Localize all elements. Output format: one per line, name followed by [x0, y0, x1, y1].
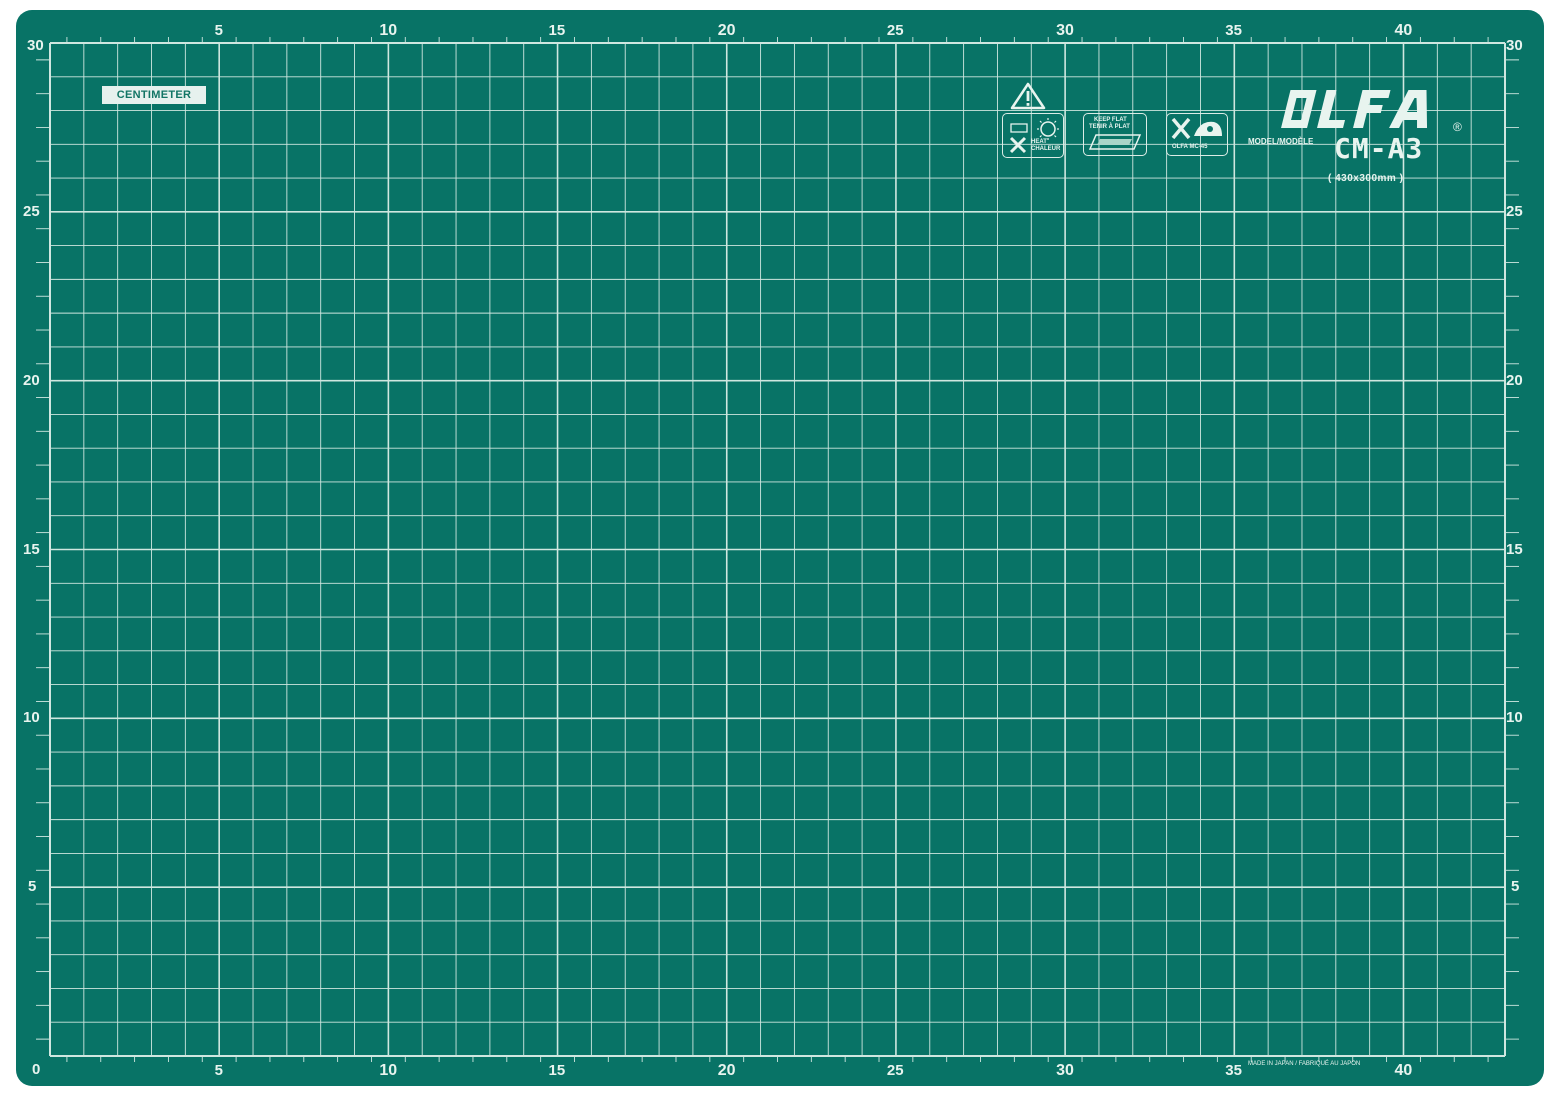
top-ruler-label-25: 25 — [886, 22, 904, 39]
right-ruler-label-20: 20 — [1506, 371, 1523, 389]
left-ruler-label-30: 30 — [27, 37, 44, 54]
top-ruler-label-10: 10 — [379, 22, 398, 39]
model-label: MODEL/MODÈLE — [1248, 137, 1314, 146]
top-ruler-label-5: 5 — [214, 22, 224, 39]
bottom-ruler-label-5: 5 — [214, 1062, 224, 1079]
origin-label: 0 — [32, 1061, 41, 1078]
bottom-ruler-label-20: 20 — [717, 1062, 736, 1079]
model-size: ( 430x300mm ) — [1328, 173, 1404, 184]
warning-triangle-icon — [1010, 82, 1046, 110]
left-ruler-label-25: 25 — [23, 202, 40, 220]
registered-mark: ® — [1453, 120, 1462, 134]
bottom-ruler-label-15: 15 — [548, 1062, 566, 1079]
right-ruler-label-30: 30 — [1506, 37, 1523, 54]
right-ruler-label-25: 25 — [1506, 202, 1523, 220]
chaleur-label: CHALEUR — [1031, 146, 1061, 152]
right-ruler-label-5: 5 — [1511, 878, 1520, 896]
no-heat-icon: HEAT CHALEUR — [1002, 113, 1064, 158]
olfa-mc45-label: OLFA MC-45 — [1172, 144, 1208, 150]
right-ruler-label-10: 10 — [1506, 709, 1523, 727]
mat-grid — [16, 10, 1544, 1086]
centimeter-label: CENTIMETER — [102, 86, 206, 104]
heat-label: HEAT — [1031, 139, 1047, 145]
bottom-ruler-label-25: 25 — [886, 1062, 904, 1079]
bottom-ruler-label-35: 35 — [1225, 1062, 1242, 1079]
top-ruler-label-30: 30 — [1056, 22, 1074, 39]
left-ruler-label-5: 5 — [28, 878, 37, 896]
left-ruler-label-15: 15 — [23, 540, 40, 558]
mat-background — [16, 10, 1544, 1086]
bottom-ruler-label-10: 10 — [379, 1062, 398, 1079]
top-ruler-label-35: 35 — [1225, 22, 1242, 39]
no-mc45-icon: OLFA MC-45 — [1166, 113, 1228, 156]
cutting-mat: 5 10 15 20 25 30 35 40 5 10 15 20 25 30 35 40 25 20 15 10… — [16, 10, 1544, 1086]
olfa-logo — [1281, 90, 1428, 128]
bottom-ruler-label-30: 30 — [1056, 1062, 1074, 1079]
right-ruler-label-15: 15 — [1506, 540, 1523, 558]
top-ruler-label-15: 15 — [548, 22, 566, 39]
bottom-ruler-label-40: 40 — [1394, 1062, 1413, 1079]
tenir-a-plat-label: TENIR À PLAT — [1089, 124, 1130, 130]
knife-x-icon — [1171, 117, 1222, 140]
model-name: CM-A3 — [1334, 132, 1424, 165]
top-ruler-label-20: 20 — [717, 22, 736, 39]
left-ruler-label-10: 10 — [23, 709, 40, 727]
top-ruler-label-40: 40 — [1394, 22, 1413, 39]
keep-flat-icon: KEEP FLAT TENIR À PLAT — [1083, 113, 1147, 156]
left-ruler-label-20: 20 — [23, 371, 40, 389]
flat-mat-icon — [1088, 134, 1142, 150]
made-in-label: MADE IN JAPAN / FABRIQUÉ AU JAPON — [1248, 1061, 1361, 1067]
keep-flat-label: KEEP FLAT — [1094, 117, 1127, 123]
